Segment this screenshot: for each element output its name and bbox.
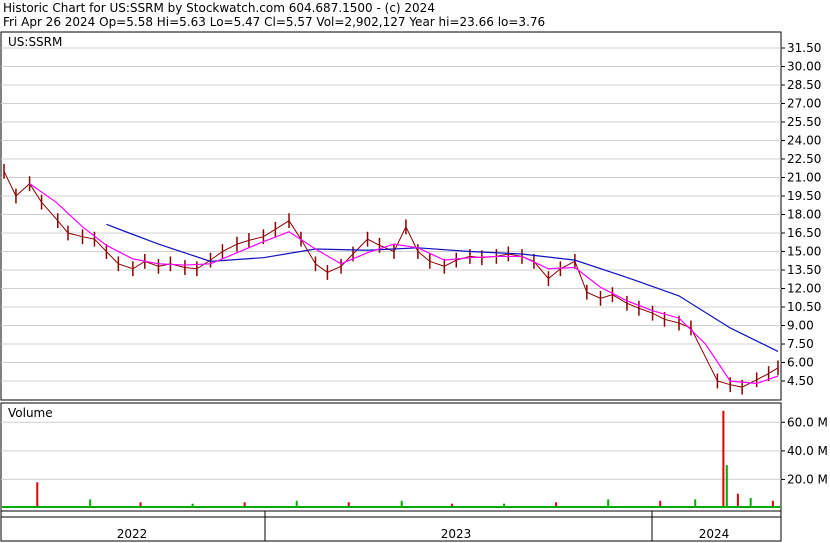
price-volume-chart: US:SSRM Volume 31.50 30.00 28.50 27.00 25.50… <box>0 31 828 542</box>
price-tick-label: 25.50 <box>787 115 821 129</box>
volume-panel-frame <box>0 402 782 512</box>
volume-bar <box>36 482 39 508</box>
price-tick-label: 19.50 <box>787 189 821 203</box>
price-tick-label: 28.50 <box>787 78 821 92</box>
year-label: 2024 <box>699 527 730 541</box>
volume-tick-label: 20.0 M <box>787 472 828 486</box>
price-tick-label: 15.00 <box>787 245 821 259</box>
price-tick-label: 22.50 <box>787 152 821 166</box>
price-tick-label: 24.00 <box>787 134 821 148</box>
volume-tick-label: 60.0 M <box>787 415 828 429</box>
price-tick-label: 30.00 <box>787 60 821 74</box>
volume-bar <box>736 493 739 508</box>
price-tick-label: 7.50 <box>787 337 814 351</box>
volume-panel-title: Volume <box>8 406 53 420</box>
price-tick-label: 10.50 <box>787 300 821 314</box>
price-tick-label: 27.00 <box>787 97 821 111</box>
year-label: 2023 <box>441 527 472 541</box>
price-tick-label: 16.50 <box>787 226 821 240</box>
price-tick-label: 21.00 <box>787 171 821 185</box>
price-tick-label: 6.00 <box>787 356 814 370</box>
price-tick-label: 4.50 <box>787 374 814 388</box>
volume-tick-label: 40.0 M <box>787 444 828 458</box>
volume-bar <box>725 465 728 508</box>
price-panel-frame <box>0 31 782 401</box>
price-tick-label: 31.50 <box>787 41 821 55</box>
price-panel-title: US:SSRM <box>8 35 62 49</box>
price-tick-label: 9.00 <box>787 319 814 333</box>
price-tick-label: 13.50 <box>787 263 821 277</box>
year-label: 2022 <box>117 527 148 541</box>
price-tick-label: 18.00 <box>787 208 821 222</box>
volume-bar <box>722 410 725 508</box>
price-tick-label: 12.00 <box>787 282 821 296</box>
